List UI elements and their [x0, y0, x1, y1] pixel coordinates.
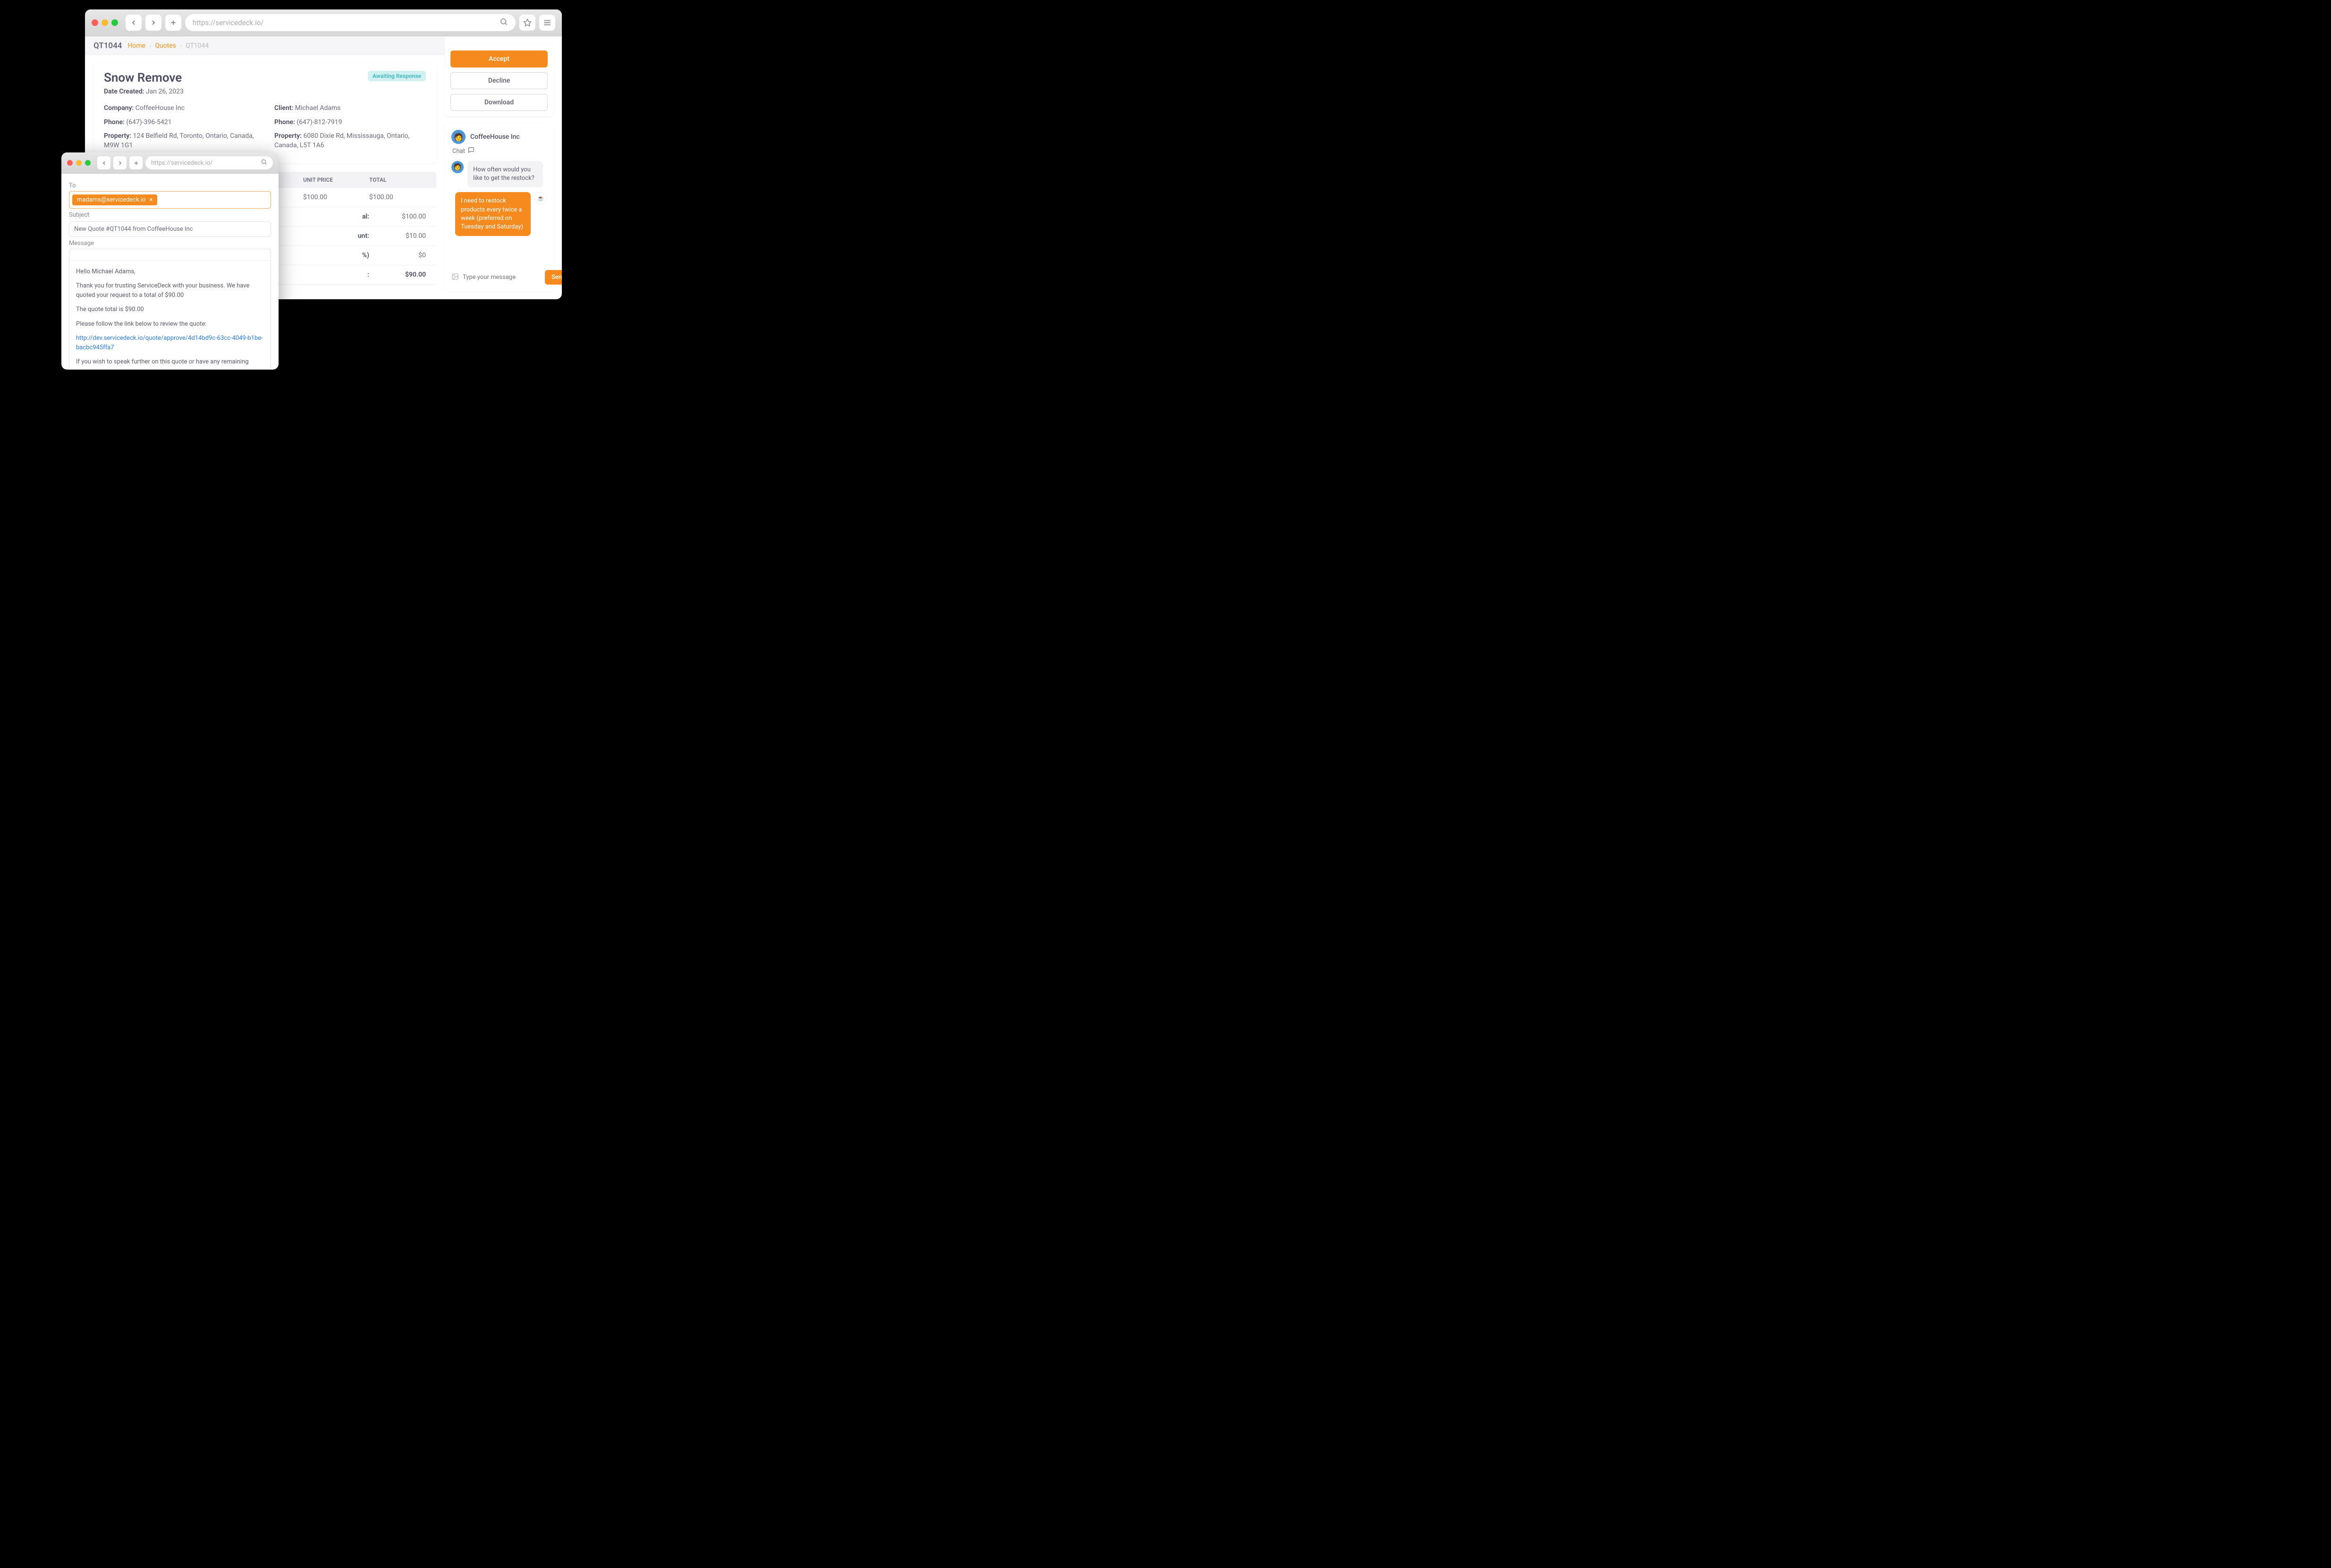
- col-total: TOTAL: [369, 177, 426, 183]
- close-window-button[interactable]: [92, 19, 98, 26]
- maximize-window-button[interactable]: [111, 19, 118, 26]
- page-id: QT1044: [93, 41, 122, 51]
- chat-input-row: Send: [451, 270, 547, 285]
- avatar: 🧑: [451, 130, 466, 144]
- forward-button[interactable]: [113, 156, 127, 169]
- client-info: Client: Michael Adams Phone: (647)-812-7…: [274, 104, 426, 155]
- recipient-chip[interactable]: madams@servicedeck.io ×: [72, 194, 157, 205]
- decline-button[interactable]: Decline: [450, 72, 548, 89]
- side-column: Accept Decline Download 🧑 CoffeeHouse In…: [445, 36, 562, 299]
- chat-icon: [468, 147, 475, 155]
- minimize-window-button[interactable]: [76, 160, 82, 166]
- new-tab-button[interactable]: [165, 15, 181, 31]
- browser-toolbar: https://servicedeck.io/: [85, 9, 562, 36]
- col-unit-price: UNIT PRICE: [303, 177, 369, 183]
- traffic-lights: [67, 160, 91, 166]
- chevron-right-icon: ›: [149, 42, 151, 50]
- message-body[interactable]: Hello Michael Adams, Thank you for trust…: [69, 261, 271, 368]
- date-created: Date Created: Jan 26, 2023: [104, 88, 184, 95]
- new-tab-button[interactable]: [129, 156, 143, 169]
- quote-approve-link[interactable]: http://dev.servicedeck.io/quote/approve/…: [76, 335, 263, 351]
- breadcrumb-quotes[interactable]: Quotes: [155, 42, 176, 50]
- subject-label: Subject: [69, 211, 271, 219]
- address-bar[interactable]: https://servicedeck.io/: [185, 14, 516, 31]
- browser-toolbar: https://servicedeck.io/: [61, 152, 279, 174]
- chat-panel: 🧑 CoffeeHouse Inc Chat 🧑 How often would…: [445, 123, 553, 291]
- bookmark-button[interactable]: [519, 15, 535, 31]
- outgoing-message: I need to restock products every twice a…: [451, 192, 547, 236]
- action-buttons: Accept Decline Download: [445, 45, 553, 117]
- back-button[interactable]: [126, 15, 142, 31]
- maximize-window-button[interactable]: [85, 160, 91, 166]
- remove-chip-icon[interactable]: ×: [150, 196, 153, 203]
- chat-messages: 🧑 How often would you like to get the re…: [451, 161, 547, 264]
- message-editor[interactable]: Hello Michael Adams, Thank you for trust…: [69, 249, 271, 368]
- incoming-message: 🧑 How often would you like to get the re…: [451, 161, 547, 187]
- accept-button[interactable]: Accept: [450, 51, 548, 67]
- subject-input[interactable]: [69, 221, 271, 237]
- to-label: To: [69, 182, 271, 189]
- compose-form: To madams@servicedeck.io × Subject Messa…: [61, 174, 279, 368]
- chevron-right-icon: ›: [180, 42, 182, 50]
- company-info: Company: CoffeeHouse Inc Phone: (647)-39…: [104, 104, 255, 155]
- close-window-button[interactable]: [67, 160, 73, 166]
- editor-toolbar: [69, 249, 271, 261]
- menu-button[interactable]: [539, 15, 555, 31]
- page-header: QT1044 Home › Quotes › QT1044: [85, 36, 445, 55]
- search-icon[interactable]: [261, 159, 267, 167]
- breadcrumb: Home › Quotes › QT1044: [127, 42, 209, 50]
- company-avatar: ☕: [534, 192, 547, 204]
- compose-browser-window: https://servicedeck.io/ To madams@servic…: [61, 152, 279, 370]
- breadcrumb-current: QT1044: [186, 42, 209, 50]
- breadcrumb-home[interactable]: Home: [127, 42, 145, 50]
- chat-input[interactable]: [463, 274, 541, 281]
- download-button[interactable]: Download: [450, 94, 548, 111]
- status-badge: Awaiting Response: [368, 71, 426, 81]
- url-text: https://servicedeck.io/: [151, 160, 212, 167]
- traffic-lights: [92, 19, 118, 26]
- attachment-icon[interactable]: [451, 273, 459, 282]
- message-label: Message: [69, 240, 271, 247]
- quote-title: Snow Remove: [104, 71, 184, 85]
- minimize-window-button[interactable]: [102, 19, 108, 26]
- avatar: 🧑: [451, 161, 464, 173]
- url-text: https://servicedeck.io/: [193, 18, 263, 27]
- address-bar[interactable]: https://servicedeck.io/: [145, 156, 273, 169]
- send-button[interactable]: Send: [545, 270, 562, 285]
- search-icon[interactable]: [500, 17, 508, 28]
- chat-company-name: CoffeeHouse Inc: [470, 133, 520, 141]
- to-field[interactable]: madams@servicedeck.io ×: [69, 191, 271, 209]
- back-button[interactable]: [97, 156, 110, 169]
- quote-card: Snow Remove Date Created: Jan 26, 2023 A…: [93, 63, 436, 163]
- forward-button[interactable]: [145, 15, 161, 31]
- chat-subtitle: Chat: [452, 147, 547, 155]
